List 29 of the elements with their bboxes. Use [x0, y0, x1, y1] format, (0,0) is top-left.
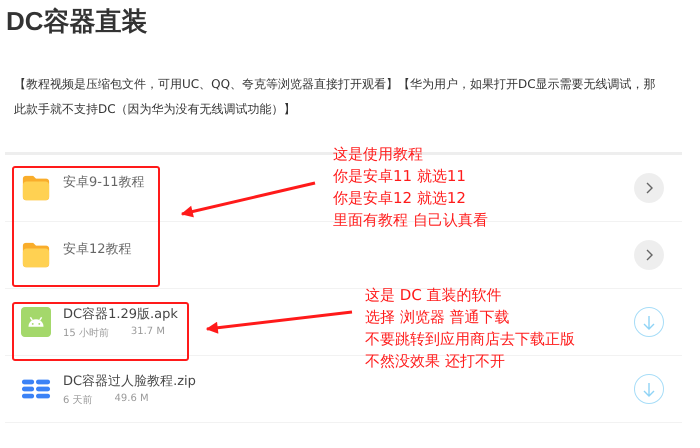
file-name: DC容器过人脸教程.zip: [63, 372, 196, 390]
annotation-text: 里面有教程 自己认真看: [333, 210, 488, 231]
chevron-icon: [646, 249, 652, 261]
annotation-text: 你是安卓12 就选12: [333, 188, 467, 209]
annotation-text: 选择 浏览器 普通下载: [365, 307, 511, 328]
download-button[interactable]: [634, 374, 664, 404]
folder-icon: [21, 240, 51, 270]
folder-icon: [21, 173, 51, 203]
file-time: 6 天前: [63, 394, 93, 406]
android-icon: [21, 307, 51, 337]
page-title: DC容器直装: [5, 5, 149, 38]
download-button[interactable]: [634, 307, 664, 337]
annotation-text: 你是安卓11 就选11: [333, 166, 467, 187]
file-name: 安卓12教程: [63, 241, 132, 258]
annotation-text: 不要跳转到应用商店去下载正版: [365, 329, 575, 350]
download-icon: [643, 314, 655, 330]
annotation-text: 不然没效果 还打不开: [365, 351, 506, 372]
download-icon: [643, 382, 655, 396]
chevron-icon: [646, 182, 652, 194]
file-size: 31.7 M: [130, 326, 165, 338]
open-button[interactable]: [634, 173, 664, 203]
file-name: DC容器1.29版.apk: [63, 306, 178, 322]
notice-text: 【教程视频是压缩包文件，可用UC、QQ、夸克等浏览器直接打开观看】【华为用户，如果打开DC显示需要无线调试，那此款手就不支持DC（因为华为没有无线调试功能）】: [14, 76, 657, 118]
annotation-text: 这是使用教程: [333, 144, 424, 165]
file-time: 15 小时前: [63, 326, 109, 340]
annotation-text: 这是 DC 直装的软件: [365, 285, 503, 306]
file-size: 49.6 M: [114, 392, 149, 406]
open-button[interactable]: [634, 240, 664, 270]
file-name: 安卓9-11教程: [63, 174, 145, 191]
